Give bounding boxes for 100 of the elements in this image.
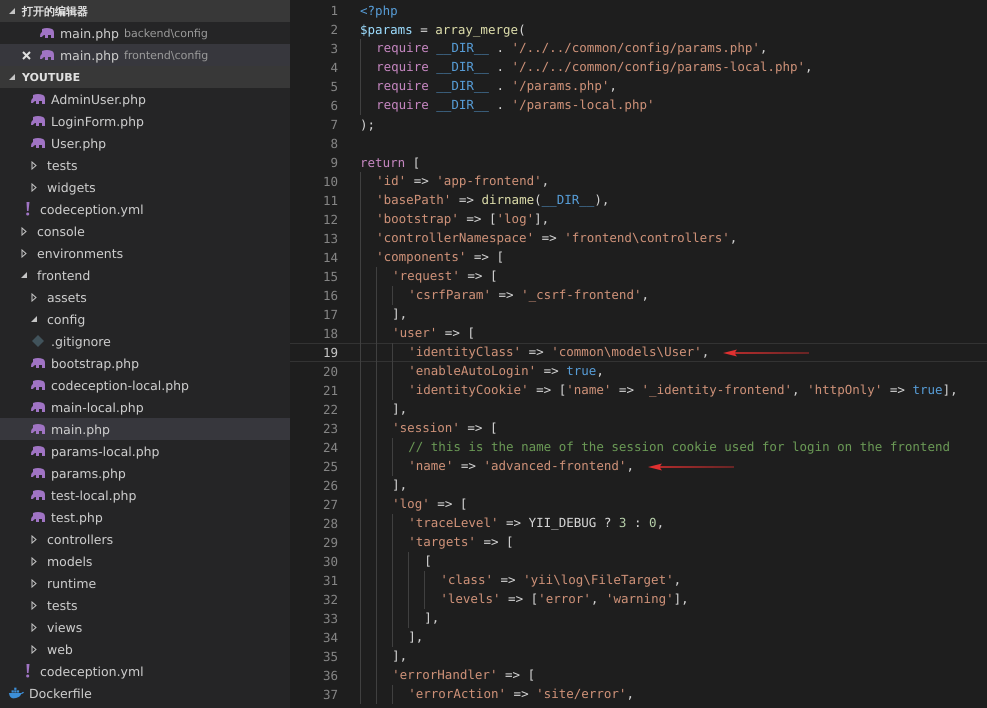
line-number: 36 xyxy=(322,668,338,683)
tree-item[interactable]: widgets xyxy=(0,176,290,198)
elephant-icon xyxy=(30,357,46,369)
open-editor-item[interactable]: main.php frontend\config xyxy=(0,44,290,66)
close-icon[interactable] xyxy=(22,50,30,60)
tree-item[interactable]: codeception.yml xyxy=(0,198,290,220)
elephant-icon xyxy=(30,115,46,127)
elephant-icon xyxy=(39,27,55,39)
code-line: ], xyxy=(360,476,408,495)
file-name: main.php xyxy=(60,26,119,40)
line-number: 33 xyxy=(322,611,338,626)
code-line: require __DIR__ . '/params-local.php' xyxy=(360,96,655,115)
line-number: 15 xyxy=(322,269,338,284)
code-line: 'class' => 'yii\log\FileTarget', xyxy=(360,571,682,590)
line-number: 26 xyxy=(322,478,338,493)
line-number: 22 xyxy=(322,402,338,417)
line-number: 21 xyxy=(322,383,338,398)
tree-item[interactable]: codeception.yml xyxy=(0,660,290,682)
file-name: main.php xyxy=(60,48,119,62)
line-number: 19 xyxy=(322,345,338,360)
caret-right-icon xyxy=(31,160,37,170)
tree-item[interactable]: web xyxy=(0,638,290,660)
line-number: 1 xyxy=(329,3,338,18)
line-number: 17 xyxy=(322,307,338,322)
exclamation-icon xyxy=(24,202,30,216)
tree-item[interactable]: bootstrap.php xyxy=(0,352,290,374)
tree-item[interactable]: models xyxy=(0,550,290,572)
code-line: ], xyxy=(360,647,408,666)
tree-item[interactable]: params.php xyxy=(0,462,290,484)
tree-item[interactable]: config xyxy=(0,308,290,330)
open-editor-item[interactable]: main.php backend\config xyxy=(0,22,290,44)
code-line: 'errorAction' => 'site/error', xyxy=(360,685,634,704)
line-number: 2 xyxy=(329,22,338,37)
line-number: 34 xyxy=(322,630,338,645)
line-number: 6 xyxy=(329,98,338,113)
code-line: [ xyxy=(360,552,432,571)
tree-item[interactable]: console xyxy=(0,220,290,242)
line-number: 24 xyxy=(322,440,338,455)
file-path: frontend\config xyxy=(124,48,208,62)
section-header[interactable]: YOUTUBE xyxy=(0,66,290,88)
caret-right-icon xyxy=(31,534,37,544)
line-number: 3 xyxy=(329,41,338,56)
line-number: 14 xyxy=(322,250,338,265)
tree-item[interactable]: tests xyxy=(0,154,290,176)
line-number: 13 xyxy=(322,231,338,246)
elephant-icon xyxy=(30,93,46,105)
code-line: // this is the name of the session cookie used for login on the frontend xyxy=(360,438,950,457)
tree-item[interactable]: test.php xyxy=(0,506,290,528)
diamond-icon xyxy=(32,335,44,347)
code-line: 'user' => [ xyxy=(360,324,475,343)
line-number: 10 xyxy=(322,174,338,189)
line-number: 11 xyxy=(322,193,338,208)
tree-item[interactable]: assets xyxy=(0,286,290,308)
section-title: YOUTUBE xyxy=(22,70,80,84)
caret-right-icon xyxy=(31,600,37,610)
line-number: 4 xyxy=(329,60,338,75)
tree-item[interactable]: main-local.php xyxy=(0,396,290,418)
tree-item[interactable]: AdminUser.php xyxy=(0,88,290,110)
tree-item[interactable]: controllers xyxy=(0,528,290,550)
code-line: require __DIR__ . '/../../common/config/params-local.php', xyxy=(360,58,813,77)
tree-item[interactable]: LoginForm.php xyxy=(0,110,290,132)
line-number: 37 xyxy=(322,687,338,702)
exclamation-icon xyxy=(24,664,30,678)
file-path: backend\config xyxy=(124,26,208,40)
line-number: 18 xyxy=(322,326,338,341)
tree-item[interactable]: params-local.php xyxy=(0,440,290,462)
line-number: 5 xyxy=(329,79,338,94)
elephant-icon xyxy=(30,137,46,149)
tree-item[interactable]: views xyxy=(0,616,290,638)
code-line: 'name' => 'advanced-frontend', xyxy=(360,457,634,476)
tree-item[interactable]: runtime xyxy=(0,572,290,594)
line-number: 35 xyxy=(322,649,338,664)
section-header[interactable]: 打开的编辑器 xyxy=(0,0,290,22)
code-line: require __DIR__ . '/params.php', xyxy=(360,77,617,96)
tree-item[interactable]: tests xyxy=(0,594,290,616)
tree-item[interactable]: environments xyxy=(0,242,290,264)
tree-item[interactable]: test-local.php xyxy=(0,484,290,506)
caret-right-icon xyxy=(31,182,37,192)
tree-item[interactable]: Dockerfile xyxy=(0,682,290,704)
line-number: 7 xyxy=(329,117,338,132)
code-line: ], xyxy=(360,400,408,419)
code-line: require __DIR__ . '/../../common/config/params.php', xyxy=(360,39,768,58)
code-line: $params = array_merge( xyxy=(360,22,526,37)
tree-item[interactable]: codeception-local.php xyxy=(0,374,290,396)
code-line: 'basePath' => dirname(__DIR__), xyxy=(360,191,610,210)
code-line: ], xyxy=(360,609,440,628)
code-line: <?php xyxy=(360,3,398,18)
code-line: 'controllerNamespace' => 'frontend\controllers', xyxy=(360,229,738,248)
caret-down-icon xyxy=(8,7,16,15)
elephant-icon xyxy=(30,489,46,501)
elephant-icon xyxy=(30,511,46,523)
tree-item[interactable]: frontend xyxy=(0,264,290,286)
tree-item[interactable]: main.php xyxy=(0,418,290,440)
code-line: 'targets' => [ xyxy=(360,533,514,552)
code-line: 'identityCookie' => ['name' => '_identity-frontend', 'httpOnly' => true], xyxy=(360,381,958,400)
tree-item[interactable]: .gitignore xyxy=(0,330,290,352)
caret-right-icon xyxy=(31,578,37,588)
elephant-icon xyxy=(39,49,55,61)
tree-item[interactable]: User.php xyxy=(0,132,290,154)
line-number: 12 xyxy=(322,212,338,227)
